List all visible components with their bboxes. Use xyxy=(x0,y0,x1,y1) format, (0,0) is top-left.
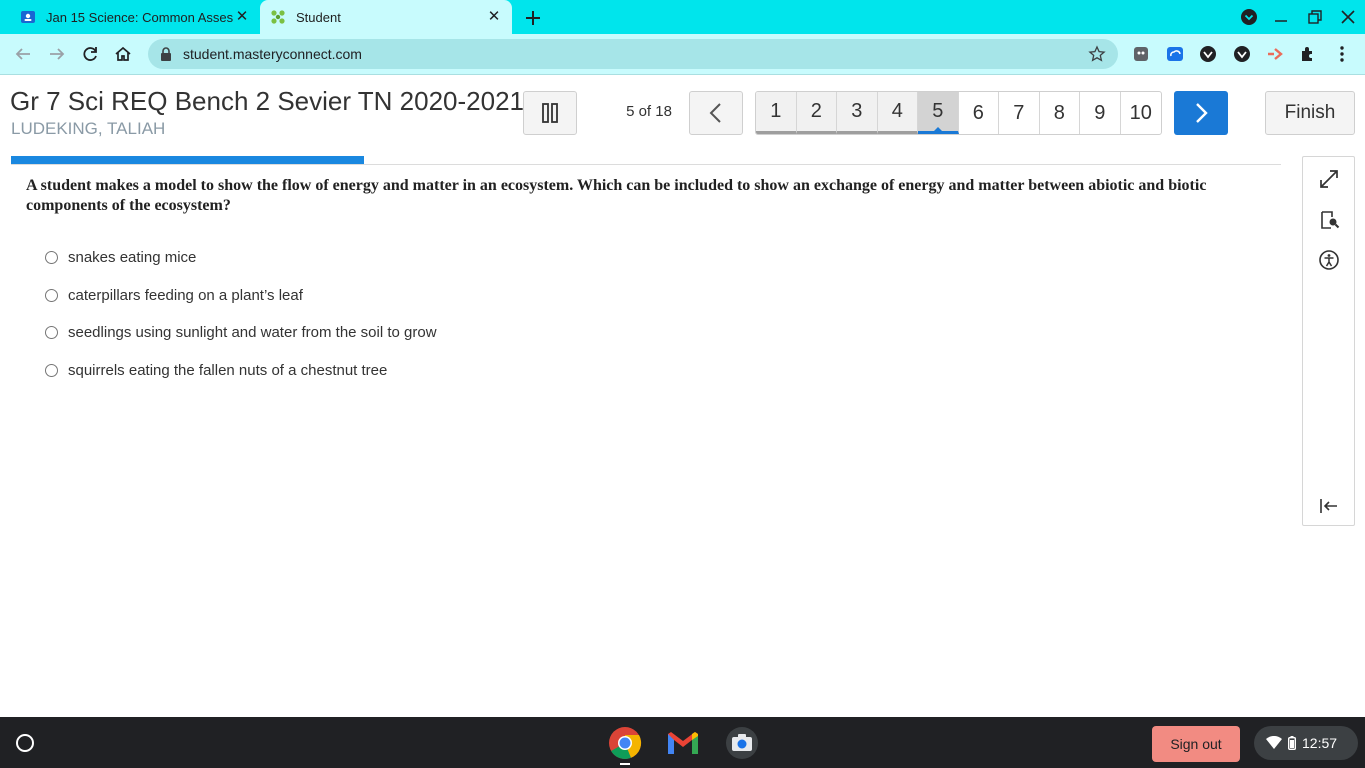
lock-icon[interactable] xyxy=(160,47,172,61)
minimize-icon[interactable] xyxy=(1272,8,1290,26)
gmail-icon[interactable] xyxy=(666,726,700,760)
camera-icon[interactable] xyxy=(725,726,759,760)
tab-title: Student xyxy=(296,9,341,25)
more-menu-icon[interactable] xyxy=(1332,44,1352,64)
page-button-6[interactable]: 6 xyxy=(959,92,999,134)
browser-toolbar: student.masteryconnect.com xyxy=(0,34,1365,75)
extensions-puzzle-icon[interactable] xyxy=(1298,44,1318,64)
radio-button[interactable] xyxy=(45,326,58,339)
page-button-9[interactable]: 9 xyxy=(1080,92,1121,134)
extension-shield-icon[interactable] xyxy=(1198,44,1218,64)
page-button-2[interactable]: 2 xyxy=(796,92,837,134)
active-app-indicator xyxy=(620,763,630,765)
choice-label[interactable]: snakes eating mice xyxy=(68,249,196,266)
answer-choice[interactable]: seedlings using sunlight and water from … xyxy=(45,324,437,341)
question-counter: 5 of 18 xyxy=(626,103,672,120)
classroom-icon xyxy=(21,11,35,23)
os-shelf: Sign out 12:57 xyxy=(0,717,1365,768)
page-button-3[interactable]: 3 xyxy=(837,92,878,134)
page-button-5[interactable]: 5 xyxy=(918,92,959,134)
page-button-4[interactable]: 4 xyxy=(877,92,918,134)
pause-icon xyxy=(542,103,558,123)
tools-panel xyxy=(1302,156,1355,526)
address-bar[interactable]: student.masteryconnect.com xyxy=(148,39,1118,69)
chrome-icon[interactable] xyxy=(608,726,642,760)
page-button-7[interactable]: 7 xyxy=(999,92,1040,134)
bookmark-star-icon[interactable] xyxy=(1088,45,1106,63)
question-pager: 1 2 3 4 5 6 7 8 9 10 xyxy=(755,91,1162,135)
forward-icon[interactable] xyxy=(47,44,67,64)
battery-icon xyxy=(1288,736,1296,750)
answer-choice[interactable]: snakes eating mice xyxy=(45,249,196,266)
finish-button[interactable]: Finish xyxy=(1265,91,1355,135)
chevron-left-icon xyxy=(709,103,721,123)
accessibility-icon[interactable] xyxy=(1318,249,1340,271)
wifi-icon xyxy=(1266,736,1282,749)
next-button[interactable] xyxy=(1174,91,1228,135)
reload-icon[interactable] xyxy=(80,44,100,64)
restore-icon[interactable] xyxy=(1306,8,1324,26)
close-icon[interactable]: ✕ xyxy=(486,9,502,25)
sign-out-button[interactable]: Sign out xyxy=(1152,726,1240,762)
back-icon[interactable] xyxy=(13,44,33,64)
tab-student[interactable]: Student ✕ xyxy=(260,0,512,34)
tab-search-icon[interactable] xyxy=(1240,8,1258,26)
magnifier-icon[interactable] xyxy=(1318,209,1340,231)
status-tray[interactable]: 12:57 xyxy=(1254,726,1358,760)
answer-choice[interactable]: squirrels eating the fallen nuts of a ch… xyxy=(45,362,387,379)
chevron-right-icon xyxy=(1196,103,1208,123)
expand-icon[interactable] xyxy=(1318,168,1340,190)
pause-button[interactable] xyxy=(523,91,577,135)
launcher-icon[interactable] xyxy=(16,734,34,752)
page-button-8[interactable]: 8 xyxy=(1040,92,1080,134)
progress-fill xyxy=(11,156,365,164)
choice-label[interactable]: seedlings using sunlight and water from … xyxy=(68,324,437,341)
student-name: LUDEKING, TALIAH xyxy=(11,119,166,138)
assessment-title: Gr 7 Sci REQ Bench 2 Sevier TN 2020-2021 xyxy=(10,86,524,116)
extension-arrow-icon[interactable] xyxy=(1265,44,1285,64)
home-icon[interactable] xyxy=(113,44,133,64)
tab-common-assessment[interactable]: Jan 15 Science: Common Asses ✕ xyxy=(0,0,260,34)
extension-shield-icon[interactable] xyxy=(1232,44,1252,64)
radio-button[interactable] xyxy=(45,364,58,377)
extension-cloud-icon[interactable] xyxy=(1131,44,1151,64)
radio-button[interactable] xyxy=(45,251,58,264)
radio-button[interactable] xyxy=(45,289,58,302)
question-text: A student makes a model to show the flow… xyxy=(26,177,1207,214)
choice-label[interactable]: squirrels eating the fallen nuts of a ch… xyxy=(68,362,387,379)
browser-tabstrip: Jan 15 Science: Common Asses ✕ Student ✕ xyxy=(0,0,1365,34)
page-button-1[interactable]: 1 xyxy=(756,92,797,134)
progress-bar xyxy=(11,156,1281,165)
close-icon[interactable]: ✕ xyxy=(234,9,250,25)
window-close-icon[interactable] xyxy=(1339,8,1357,26)
previous-button[interactable] xyxy=(689,91,743,135)
answer-choice[interactable]: caterpillars feeding on a plant’s leaf xyxy=(45,287,303,304)
extension-drive-icon[interactable] xyxy=(1165,44,1185,64)
page-button-10[interactable]: 10 xyxy=(1121,92,1162,134)
masteryconnect-icon xyxy=(271,10,285,24)
collapse-panel-icon[interactable] xyxy=(1318,495,1340,517)
tab-title: Jan 15 Science: Common Asses xyxy=(46,9,234,25)
new-tab-icon[interactable] xyxy=(522,7,544,29)
url-text[interactable]: student.masteryconnect.com xyxy=(183,46,362,62)
clock: 12:57 xyxy=(1302,735,1338,751)
choice-label[interactable]: caterpillars feeding on a plant’s leaf xyxy=(68,287,303,304)
